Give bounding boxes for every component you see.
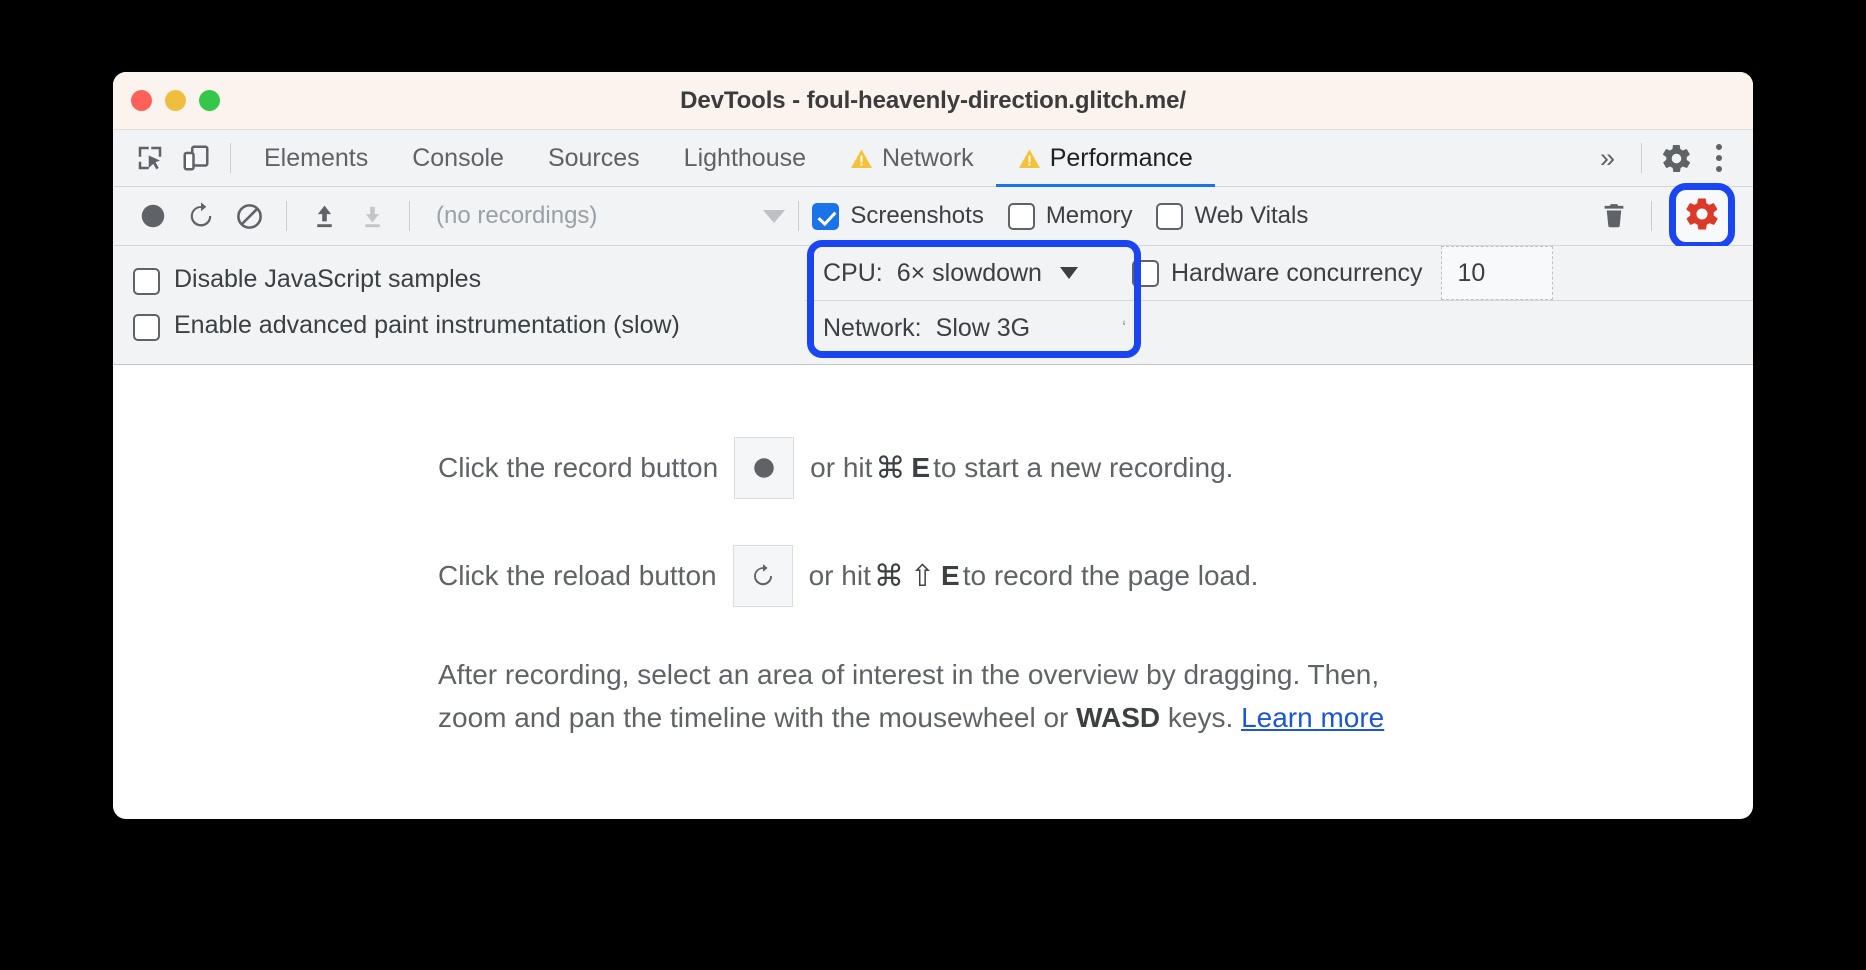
devtools-window: DevTools - foul-heavenly-direction.glitc…: [113, 72, 1753, 819]
chevron-down-icon[interactable]: [1059, 267, 1078, 279]
learn-more-link[interactable]: Learn more: [1241, 702, 1384, 733]
inspect-element-icon[interactable]: [127, 135, 173, 181]
record-button[interactable]: [129, 192, 177, 240]
reload-shortcut-key: E: [941, 560, 960, 591]
more-tabs-chevron-icon[interactable]: »: [1582, 143, 1630, 174]
tab-label: Console: [412, 143, 504, 172]
landing-paragraph: After recording, select an area of inter…: [438, 653, 1398, 740]
performance-landing-page: Click the record button or hit ⌘ E to st…: [113, 365, 1753, 783]
tabbar-divider: [230, 143, 231, 173]
window-title: DevTools - foul-heavenly-direction.glitc…: [680, 86, 1186, 114]
memory-checkbox-item[interactable]: Memory: [1007, 202, 1133, 230]
capture-settings-left: Disable JavaScript samples Enable advanc…: [113, 246, 805, 364]
delete-trash-icon[interactable]: [1590, 192, 1638, 240]
small-caret-icon: ‘: [1122, 317, 1127, 339]
tab-console[interactable]: Console: [390, 130, 526, 187]
cpu-throttling-label: CPU:: [823, 258, 883, 287]
disable-js-samples-label: Disable JavaScript samples: [174, 265, 482, 293]
recordings-selector-label[interactable]: (no recordings): [436, 202, 597, 230]
record-instruction-suffix: to start a new recording.: [933, 452, 1234, 483]
advanced-paint-instrumentation-checkbox[interactable]: [133, 314, 160, 341]
disable-js-samples-checkbox[interactable]: [133, 268, 160, 295]
chevron-down-icon[interactable]: [763, 209, 786, 223]
gear-icon[interactable]: [1653, 135, 1699, 181]
tab-elements[interactable]: Elements: [242, 130, 390, 187]
traffic-lights: [131, 90, 220, 111]
window-titlebar: DevTools - foul-heavenly-direction.glitc…: [113, 72, 1753, 130]
hardware-concurrency-row[interactable]: Hardware concurrency 10: [1107, 246, 1753, 301]
network-throttling-label: Network:: [823, 314, 922, 342]
web-vitals-checkbox-item[interactable]: Web Vitals: [1156, 202, 1308, 230]
load-profile-button[interactable]: [300, 192, 348, 240]
web-vitals-label: Web Vitals: [1194, 202, 1309, 229]
screenshots-checkbox[interactable]: [812, 202, 840, 230]
network-throttling-value[interactable]: Slow 3G: [936, 314, 1030, 343]
performance-toolbar: (no recordings) Screenshots Memory Web V…: [113, 183, 1753, 249]
perf-toolbar-right: [1590, 183, 1753, 249]
toolbar-divider-4: [1651, 201, 1652, 231]
screenshots-label: Screenshots: [850, 202, 984, 229]
reload-instruction-row: Click the reload button or hit ⌘ ⇧ E to …: [438, 545, 1558, 607]
hardware-concurrency-second-row: ‘: [1107, 301, 1753, 356]
reload-and-record-button[interactable]: [177, 192, 225, 240]
reload-instruction-suffix: to record the page load.: [962, 560, 1259, 591]
toolbar-divider-3: [798, 201, 800, 231]
record-instruction-prefix: Click the record button: [438, 452, 719, 483]
tabbar-right-controls: »: [1582, 135, 1753, 181]
web-vitals-checkbox[interactable]: [1156, 202, 1184, 230]
memory-checkbox[interactable]: [1007, 202, 1035, 230]
record-instruction-mid: or hit: [810, 452, 873, 483]
memory-label: Memory: [1045, 202, 1133, 229]
inline-reload-button[interactable]: [732, 545, 793, 607]
warning-triangle-icon: [1018, 148, 1040, 168]
disable-js-samples-row[interactable]: Disable JavaScript samples: [133, 258, 805, 304]
screenshots-checkbox-item[interactable]: Screenshots: [812, 202, 984, 230]
command-key-icon: ⌘: [873, 559, 904, 593]
tab-label: Performance: [1049, 143, 1193, 172]
hardware-concurrency-label: Hardware concurrency: [1171, 258, 1423, 287]
devtools-tabbar: Elements Console Sources Lighthouse Netw…: [113, 130, 1753, 187]
wasd-keys-label: WASD: [1076, 702, 1161, 734]
capture-settings-gear-icon[interactable]: [1683, 195, 1721, 238]
network-throttling-row[interactable]: Network: Slow 3G: [805, 301, 1107, 356]
cpu-throttling-value[interactable]: 6× slowdown: [897, 259, 1042, 288]
tab-performance[interactable]: Performance: [995, 130, 1215, 187]
hardware-concurrency-input[interactable]: 10: [1440, 246, 1553, 300]
reload-instruction-mid: or hit: [808, 560, 871, 591]
hardware-concurrency-controls: Hardware concurrency 10 ‘: [1107, 246, 1753, 364]
tab-sources[interactable]: Sources: [526, 130, 662, 187]
landing-instructions: Click the record button or hit ⌘ E to st…: [438, 437, 1558, 740]
record-instruction-row: Click the record button or hit ⌘ E to st…: [438, 437, 1558, 499]
advanced-paint-instrumentation-label: Enable advanced paint instrumentation (s…: [174, 311, 680, 339]
hardware-concurrency-checkbox[interactable]: [1132, 259, 1159, 287]
tab-lighthouse[interactable]: Lighthouse: [662, 130, 828, 187]
warning-triangle-icon: [851, 148, 872, 168]
toolbar-divider-2: [409, 201, 410, 231]
tab-label: Sources: [547, 143, 640, 172]
tabbar-right-divider: [1641, 143, 1642, 173]
minimize-window-button[interactable]: [165, 90, 186, 111]
command-key-icon: ⌘: [875, 451, 906, 485]
reload-instruction-prefix: Click the reload button: [438, 560, 717, 591]
device-toolbar-icon[interactable]: [173, 135, 219, 181]
record-shortcut-key: E: [911, 452, 931, 483]
clear-recording-button[interactable]: [225, 192, 273, 240]
advanced-paint-instrumentation-row[interactable]: Enable advanced paint instrumentation (s…: [133, 304, 805, 350]
cpu-throttling-row[interactable]: CPU: 6× slowdown: [805, 246, 1107, 301]
save-profile-button: [348, 192, 396, 240]
landing-paragraph-part2: keys.: [1160, 702, 1242, 734]
tab-network[interactable]: Network: [828, 130, 996, 187]
shift-key-icon: ⇧: [909, 559, 935, 593]
tab-label: Network: [882, 143, 974, 172]
toolbar-divider-1: [286, 201, 287, 231]
throttling-controls: CPU: 6× slowdown Network: Slow 3G: [805, 246, 1107, 364]
maximize-window-button[interactable]: [199, 90, 220, 111]
capture-settings-pane: Disable JavaScript samples Enable advanc…: [113, 240, 1753, 365]
tab-label: Lighthouse: [683, 143, 806, 172]
inline-record-button[interactable]: [734, 437, 795, 499]
capture-settings-highlight: [1669, 183, 1735, 249]
close-window-button[interactable]: [131, 90, 152, 111]
tab-label: Elements: [264, 143, 369, 172]
kebab-menu-icon[interactable]: [1699, 138, 1739, 178]
